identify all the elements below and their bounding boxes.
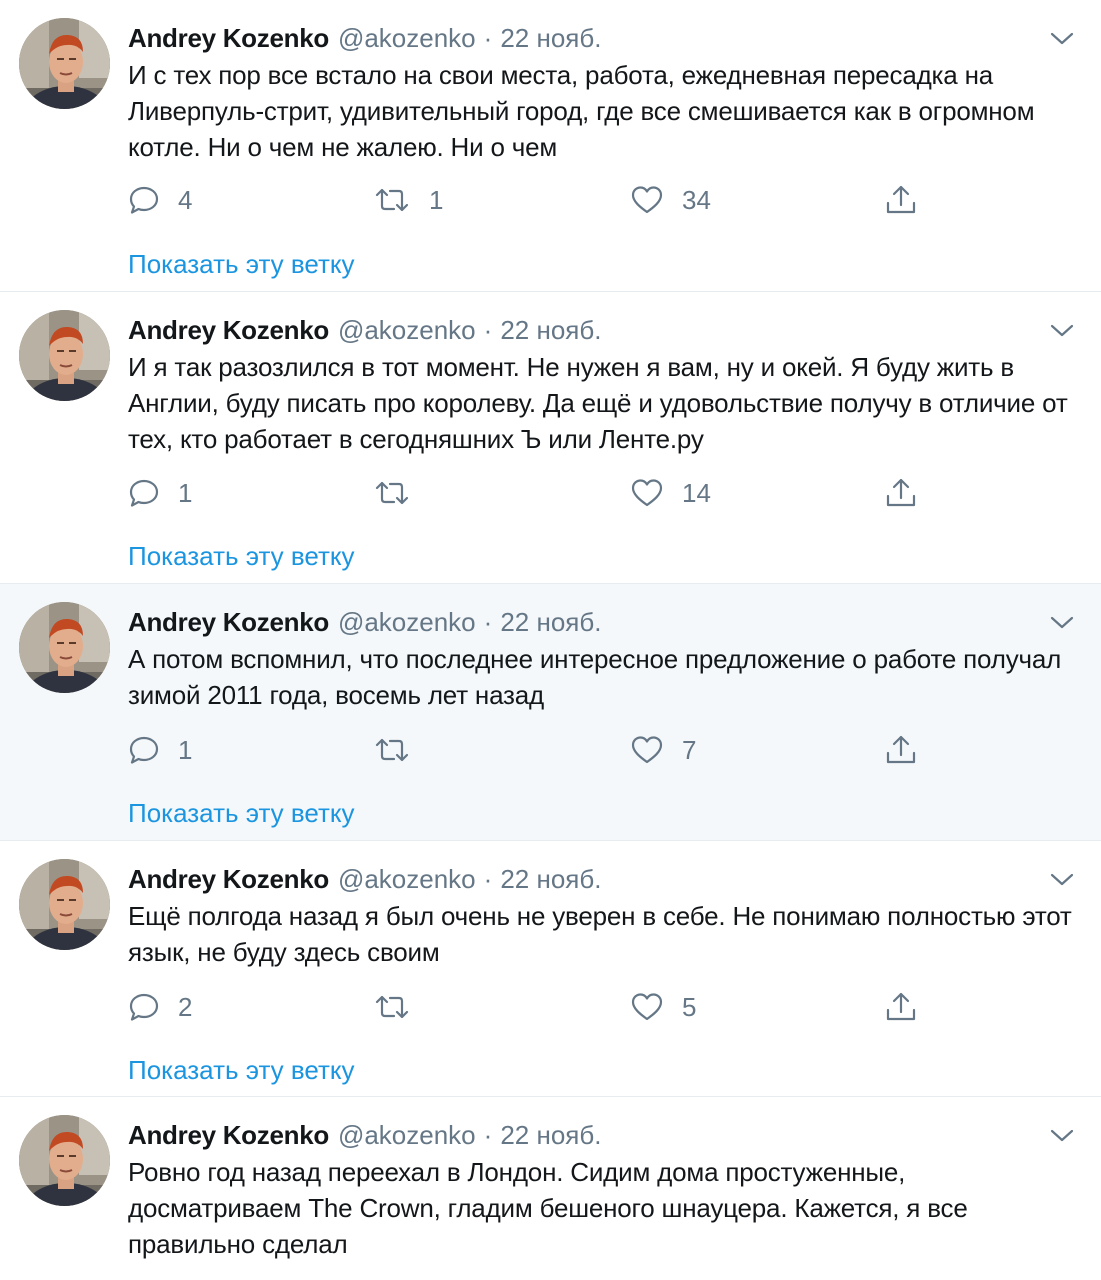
avatar[interactable] bbox=[19, 18, 110, 109]
share-icon bbox=[886, 992, 916, 1021]
reply-button[interactable]: 1 bbox=[128, 732, 192, 768]
author-name[interactable]: Andrey Kozenko bbox=[128, 1118, 329, 1152]
show-thread-link[interactable]: Показать эту ветку bbox=[128, 541, 355, 572]
reply-button[interactable]: 2 bbox=[128, 989, 192, 1025]
like-button[interactable]: 14 bbox=[630, 475, 711, 511]
heart-icon bbox=[631, 993, 663, 1021]
reply-count: 1 bbox=[178, 734, 193, 765]
tweet[interactable]: Andrey Kozenko @akozenko · 22 нояб. Ещё … bbox=[0, 841, 1101, 1097]
tweet-text: А потом вспомнил, что последнее интересн… bbox=[128, 644, 1062, 710]
retweet-button[interactable] bbox=[373, 475, 429, 511]
avatar[interactable] bbox=[19, 1115, 110, 1206]
retweet-button[interactable] bbox=[373, 732, 429, 768]
tweet-text: Ещё полгода назад я был очень не уверен … bbox=[128, 901, 1072, 967]
tweet-date[interactable]: 22 нояб. bbox=[500, 862, 601, 896]
tweet-feed: Andrey Kozenko @akozenko · 22 нояб. И с … bbox=[0, 0, 1101, 1280]
tweet-date[interactable]: 22 нояб. bbox=[500, 605, 601, 639]
avatar[interactable] bbox=[19, 602, 110, 693]
author-name[interactable]: Andrey Kozenko bbox=[128, 862, 329, 896]
reply-icon bbox=[129, 479, 159, 507]
tweet-date[interactable]: 22 нояб. bbox=[500, 313, 601, 347]
share-button[interactable] bbox=[884, 989, 918, 1025]
like-count: 7 bbox=[682, 734, 697, 765]
retweet-icon bbox=[375, 481, 409, 505]
author-handle[interactable]: @akozenko bbox=[338, 21, 476, 55]
author-handle[interactable]: @akozenko bbox=[338, 605, 476, 639]
tweet-text: И я так разозлился в тот момент. Не нуже… bbox=[128, 352, 1068, 454]
chevron-down-icon[interactable] bbox=[1049, 29, 1075, 47]
heart-icon bbox=[631, 479, 663, 507]
avatar[interactable] bbox=[19, 310, 110, 401]
retweet-icon bbox=[375, 995, 409, 1019]
share-icon bbox=[886, 478, 916, 507]
tweet-text: Ровно год назад переехал в Лондон. Сидим… bbox=[128, 1157, 968, 1259]
like-button[interactable]: 5 bbox=[630, 989, 696, 1025]
tweet[interactable]: Andrey Kozenko @akozenko · 22 нояб. И я … bbox=[0, 292, 1101, 584]
chevron-down-icon[interactable] bbox=[1049, 870, 1075, 888]
tweet[interactable]: Andrey Kozenko @akozenko · 22 нояб. А по… bbox=[0, 584, 1101, 841]
share-button[interactable] bbox=[884, 182, 918, 218]
author-handle[interactable]: @akozenko bbox=[338, 313, 476, 347]
share-button[interactable] bbox=[884, 732, 918, 768]
like-count: 14 bbox=[682, 477, 711, 508]
avatar[interactable] bbox=[19, 859, 110, 950]
reply-count: 1 bbox=[178, 477, 193, 508]
like-button[interactable]: 34 bbox=[630, 182, 711, 218]
show-thread-link[interactable]: Показать эту ветку bbox=[128, 1055, 355, 1086]
author-handle[interactable]: @akozenko bbox=[338, 1118, 476, 1152]
tweet-actions: 1 7 bbox=[128, 732, 928, 768]
like-button[interactable]: 7 bbox=[630, 732, 696, 768]
tweet-actions: 1 14 bbox=[128, 475, 928, 511]
tweet-actions: 4 1 34 bbox=[128, 182, 928, 218]
author-name[interactable]: Andrey Kozenko bbox=[128, 313, 329, 347]
like-count: 5 bbox=[682, 991, 697, 1022]
retweet-button[interactable]: 1 bbox=[373, 182, 443, 218]
tweet[interactable]: Andrey Kozenko @akozenko · 22 нояб. Ровн… bbox=[0, 1097, 1101, 1280]
author-handle[interactable]: @akozenko bbox=[338, 862, 476, 896]
heart-icon bbox=[631, 736, 663, 764]
reply-count: 4 bbox=[178, 184, 193, 215]
like-count: 34 bbox=[682, 184, 711, 215]
reply-icon bbox=[129, 186, 159, 214]
author-name[interactable]: Andrey Kozenko bbox=[128, 605, 329, 639]
reply-button[interactable]: 4 bbox=[128, 182, 192, 218]
reply-button[interactable]: 1 bbox=[128, 475, 192, 511]
retweet-icon bbox=[375, 188, 409, 212]
separator: · bbox=[483, 1120, 493, 1150]
separator: · bbox=[483, 315, 493, 345]
share-button[interactable] bbox=[884, 475, 918, 511]
retweet-button[interactable] bbox=[373, 989, 429, 1025]
tweet-date[interactable]: 22 нояб. bbox=[500, 21, 601, 55]
chevron-down-icon[interactable] bbox=[1049, 613, 1075, 631]
share-icon bbox=[886, 185, 916, 214]
heart-icon bbox=[631, 186, 663, 214]
author-name[interactable]: Andrey Kozenko bbox=[128, 21, 329, 55]
tweet-date[interactable]: 22 нояб. bbox=[500, 1118, 601, 1152]
tweet-text: И с тех пор все встало на свои места, ра… bbox=[128, 60, 1035, 162]
retweet-count: 1 bbox=[429, 184, 444, 215]
retweet-icon bbox=[375, 738, 409, 762]
chevron-down-icon[interactable] bbox=[1049, 321, 1075, 339]
reply-icon bbox=[129, 993, 159, 1021]
show-thread-link[interactable]: Показать эту ветку bbox=[128, 249, 355, 280]
share-icon bbox=[886, 735, 916, 764]
separator: · bbox=[483, 864, 493, 894]
separator: · bbox=[483, 607, 493, 637]
show-thread-link[interactable]: Показать эту ветку bbox=[128, 798, 355, 829]
tweet[interactable]: Andrey Kozenko @akozenko · 22 нояб. И с … bbox=[0, 0, 1101, 292]
separator: · bbox=[483, 23, 493, 53]
reply-icon bbox=[129, 736, 159, 764]
tweet-actions: 2 5 bbox=[128, 989, 928, 1025]
reply-count: 2 bbox=[178, 991, 193, 1022]
chevron-down-icon[interactable] bbox=[1049, 1126, 1075, 1144]
